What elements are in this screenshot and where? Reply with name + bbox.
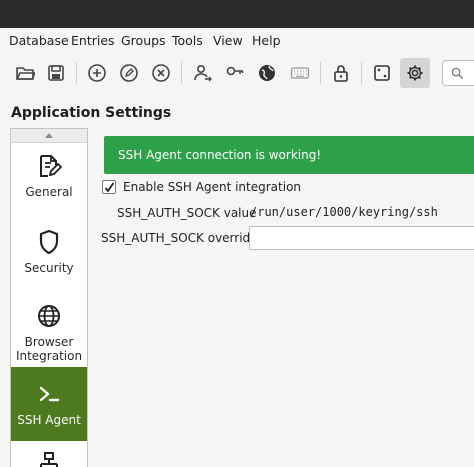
save-database-icon <box>48 65 64 81</box>
auth-sock-override-input[interactable] <box>249 226 474 250</box>
checkmark-icon <box>104 182 115 193</box>
copy-password-icon <box>226 66 244 76</box>
page-title: Application Settings <box>11 105 172 121</box>
add-entry-icon <box>88 64 106 82</box>
sidebar-item-security[interactable]: Security <box>11 219 87 295</box>
copy-url-button[interactable] <box>252 58 282 88</box>
settings-button[interactable] <box>400 58 430 88</box>
auto-type-icon <box>290 67 310 79</box>
add-entry-button[interactable] <box>82 58 112 88</box>
main-toolbar <box>0 52 474 96</box>
auth-sock-value: /run/user/1000/keyring/ssh <box>250 205 438 219</box>
enable-ssh-agent-label[interactable]: Enable SSH Agent integration <box>123 180 301 194</box>
sidebar-item-label: SSH Agent <box>17 413 81 427</box>
menu-help[interactable]: Help <box>252 33 281 48</box>
security-shield-icon <box>36 229 62 255</box>
menu-entries[interactable]: Entries <box>71 33 115 48</box>
menu-bar: Database Entries Groups Tools View Help <box>0 30 474 52</box>
menu-view[interactable]: View <box>213 33 243 48</box>
sidebar-item-label: Browser Integration <box>15 335 83 363</box>
toolbar-separator <box>361 62 362 84</box>
save-database-button[interactable] <box>41 58 71 88</box>
sidebar-item-label: Security <box>24 261 74 275</box>
enable-ssh-agent-checkbox[interactable] <box>102 180 116 194</box>
open-database-icon <box>16 67 35 80</box>
delete-entry-button[interactable] <box>146 58 176 88</box>
window-titlebar[interactable] <box>0 0 474 28</box>
menu-database[interactable]: Database <box>9 33 69 48</box>
status-banner-text: SSH Agent connection is working! <box>118 148 322 162</box>
open-database-button[interactable] <box>10 58 40 88</box>
toolbar-separator <box>320 62 321 84</box>
scroll-up-arrow[interactable] <box>11 129 87 143</box>
edit-entry-icon <box>120 64 138 82</box>
toolbar-separator <box>181 62 182 84</box>
copy-password-button[interactable] <box>220 58 250 88</box>
password-generator-icon <box>374 65 390 81</box>
search-input[interactable] <box>442 60 474 86</box>
terminal-icon <box>36 381 62 407</box>
general-settings-icon <box>36 153 63 179</box>
status-banner: SSH Agent connection is working! <box>104 136 474 174</box>
lock-database-button[interactable] <box>326 58 356 88</box>
sidebar-item-more[interactable] <box>11 441 87 467</box>
auth-sock-override-label: SSH_AUTH_SOCK override <box>101 231 258 245</box>
menu-groups[interactable]: Groups <box>121 33 166 48</box>
search-icon <box>451 67 464 80</box>
toolbar-separator <box>76 62 77 84</box>
sidebar-item-ssh-agent[interactable]: SSH Agent <box>11 367 87 441</box>
sidebar-item-general[interactable]: General <box>11 143 87 219</box>
copy-url-icon <box>259 65 275 81</box>
copy-username-button[interactable] <box>188 58 218 88</box>
lock-database-icon <box>334 65 348 82</box>
settings-category-list: General Security Browser Integration SSH… <box>10 128 88 467</box>
copy-username-icon <box>194 64 212 82</box>
edit-entry-button[interactable] <box>114 58 144 88</box>
sidebar-item-label: General <box>25 185 73 199</box>
settings-icon <box>407 65 423 81</box>
menu-tools[interactable]: Tools <box>172 33 203 48</box>
network-icon <box>36 451 62 467</box>
auto-type-button[interactable] <box>285 58 315 88</box>
delete-entry-icon <box>152 64 170 82</box>
globe-icon <box>36 303 62 329</box>
auth-sock-label: SSH_AUTH_SOCK value <box>117 206 257 220</box>
password-generator-button[interactable] <box>367 58 397 88</box>
sidebar-item-browser-integration[interactable]: Browser Integration <box>11 295 87 367</box>
